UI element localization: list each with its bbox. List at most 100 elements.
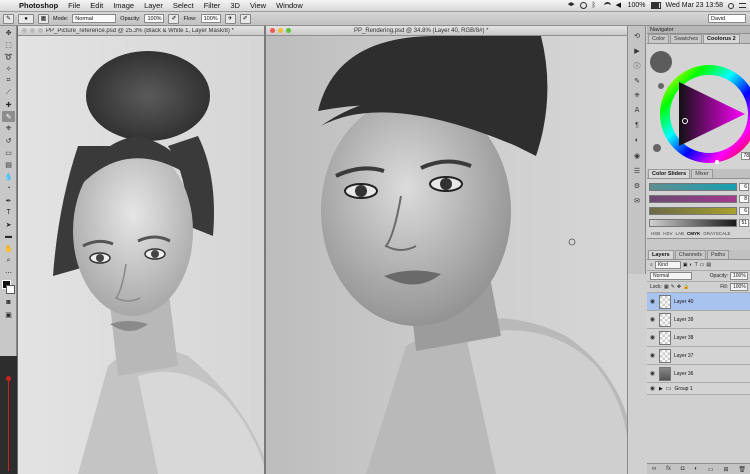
move-tool-icon[interactable]: ✥	[2, 27, 15, 38]
tool-presets-icon[interactable]: ⚙	[631, 180, 643, 191]
time-machine-icon[interactable]	[579, 2, 587, 9]
layer-opacity-field[interactable]: 100%	[730, 272, 748, 280]
eye-icon[interactable]: ◉	[649, 298, 656, 305]
type-tool-icon[interactable]: T	[2, 207, 15, 218]
styles-icon[interactable]: ◉	[631, 150, 643, 161]
lock-pixels-icon[interactable]: ✎	[671, 284, 675, 290]
brush-size-value[interactable]: 78	[741, 152, 750, 160]
slider-black[interactable]: 51	[647, 217, 750, 229]
eye-icon[interactable]: ◉	[649, 316, 656, 323]
clone-stamp-tool-icon[interactable]: ⎈	[2, 123, 15, 134]
clone-source-icon[interactable]: ⎈	[631, 90, 643, 101]
layer-style-icon[interactable]: fx	[666, 466, 671, 472]
tab-swatches[interactable]: Swatches	[670, 34, 703, 43]
mode-hsv[interactable]: HSV	[663, 231, 672, 236]
mode-lab[interactable]: LAB	[676, 231, 685, 236]
mode-cmyk[interactable]: CMYK	[687, 231, 700, 236]
hand-tool-icon[interactable]: ✋	[2, 243, 15, 254]
new-adjustment-icon[interactable]: ◐	[694, 466, 698, 472]
brush-size-button[interactable]: ●	[18, 13, 34, 24]
add-mask-icon[interactable]: ◘	[681, 466, 685, 472]
menu-window[interactable]: Window	[271, 1, 308, 10]
layer-row[interactable]: ◉ Layer 37	[647, 347, 750, 365]
adjustments-icon[interactable]: ◐	[631, 135, 643, 146]
slider-yellow[interactable]: 6	[647, 205, 750, 217]
quick-select-tool-icon[interactable]: ✧	[2, 63, 15, 74]
menu-app[interactable]: Photoshop	[14, 1, 63, 10]
slider-cyan[interactable]: 6	[647, 181, 750, 193]
reference-canvas[interactable]	[18, 36, 264, 474]
tab-color-sliders[interactable]: Color Sliders	[648, 169, 691, 178]
pen-tool-icon[interactable]: ✒	[2, 195, 15, 206]
opacity-field[interactable]: 100%	[144, 14, 165, 23]
tab-channels[interactable]: Channels	[674, 250, 706, 259]
menu-edit[interactable]: Edit	[85, 1, 108, 10]
spotlight-icon[interactable]	[728, 2, 734, 9]
lock-position-icon[interactable]: ✥	[677, 284, 681, 290]
menu-file[interactable]: File	[63, 1, 85, 10]
path-select-tool-icon[interactable]: ➤	[2, 219, 15, 230]
yellow-slider-bar[interactable]	[649, 207, 737, 215]
brush-presets-icon[interactable]: ✎	[631, 75, 643, 86]
brush-panel-button[interactable]: ▦	[38, 13, 49, 24]
crop-tool-icon[interactable]: ⌗	[2, 75, 15, 86]
menu-clock[interactable]: Wed Mar 23 13:58	[666, 2, 723, 9]
coolorus-color-wheel[interactable]: 78	[647, 44, 750, 169]
marquee-tool-icon[interactable]: ⬚	[2, 39, 15, 50]
close-window-icon[interactable]	[270, 28, 275, 33]
volume-icon[interactable]: ◀	[616, 2, 623, 9]
delete-layer-icon[interactable]: 🗑	[738, 466, 746, 473]
menu-image[interactable]: Image	[108, 1, 139, 10]
blur-tool-icon[interactable]: 💧	[2, 171, 15, 182]
new-group-icon[interactable]: ▭	[708, 466, 714, 473]
layer-row[interactable]: ◉ Layer 36	[647, 365, 750, 383]
menu-view[interactable]: View	[245, 1, 271, 10]
navigator-header[interactable]: Navigator	[647, 26, 750, 34]
eye-icon[interactable]: ◉	[649, 370, 656, 377]
layer-row[interactable]: ◉ Layer 38	[647, 329, 750, 347]
rendering-document-tab[interactable]: PP_Rendering.psd @ 34.8% (Layer 40, RGB/…	[266, 26, 627, 36]
menu-select[interactable]: Select	[168, 1, 199, 10]
pressure-size-button[interactable]: ✐	[239, 13, 251, 24]
shape-tool-icon[interactable]: ▬	[2, 231, 15, 242]
filter-shape-icon[interactable]: ▭	[700, 262, 705, 268]
tab-layers[interactable]: Layers	[648, 250, 674, 259]
mode-select[interactable]: Normal	[72, 14, 117, 23]
battery-icon[interactable]	[650, 2, 661, 9]
new-layer-icon[interactable]: ⊞	[723, 466, 728, 473]
healing-tool-icon[interactable]: ✚	[2, 99, 15, 110]
filter-pixel-icon[interactable]: ▣	[683, 262, 688, 268]
info-icon[interactable]: ⓘ	[631, 60, 643, 71]
mode-hsb[interactable]: HSB	[651, 231, 660, 236]
gradient-tool-icon[interactable]: ▤	[2, 159, 15, 170]
yellow-value[interactable]: 6	[739, 207, 749, 215]
background-color-swatch[interactable]	[6, 285, 15, 294]
magenta-slider-bar[interactable]	[649, 195, 737, 203]
dropbox-icon[interactable]	[567, 2, 575, 7]
tool-preset-button[interactable]: ✎	[3, 13, 14, 24]
color-swatches[interactable]	[0, 280, 17, 296]
slider-magenta[interactable]: 8	[647, 193, 750, 205]
paragraph-icon[interactable]: ¶	[631, 120, 643, 131]
close-window-icon[interactable]	[22, 28, 27, 33]
airbrush-button[interactable]: ✈	[224, 13, 236, 24]
cyan-slider-bar[interactable]	[649, 183, 737, 191]
wifi-icon[interactable]	[603, 2, 611, 9]
filter-smart-icon[interactable]: ▤	[706, 262, 711, 268]
history-brush-tool-icon[interactable]: ↺	[2, 135, 15, 146]
kind-select[interactable]: Kind	[654, 261, 681, 269]
lasso-tool-icon[interactable]: ➰	[2, 51, 15, 62]
history-icon[interactable]: ⟲	[631, 30, 643, 41]
pressure-opacity-button[interactable]: ✐	[168, 13, 180, 24]
actions-icon[interactable]: ▶	[631, 45, 643, 56]
magenta-value[interactable]: 8	[739, 195, 749, 203]
brush-tool-icon[interactable]: ✎	[2, 111, 15, 122]
tab-paths[interactable]: Paths	[707, 250, 730, 259]
filter-adjust-icon[interactable]: ◐	[690, 262, 693, 268]
zoom-tool-icon[interactable]: ⌕	[2, 255, 15, 266]
eraser-tool-icon[interactable]: ▭	[2, 147, 15, 158]
fill-field[interactable]: 100%	[730, 283, 748, 291]
character-icon[interactable]: A	[631, 105, 643, 116]
tab-color[interactable]: Color	[648, 34, 670, 43]
menu-3d[interactable]: 3D	[225, 1, 245, 10]
